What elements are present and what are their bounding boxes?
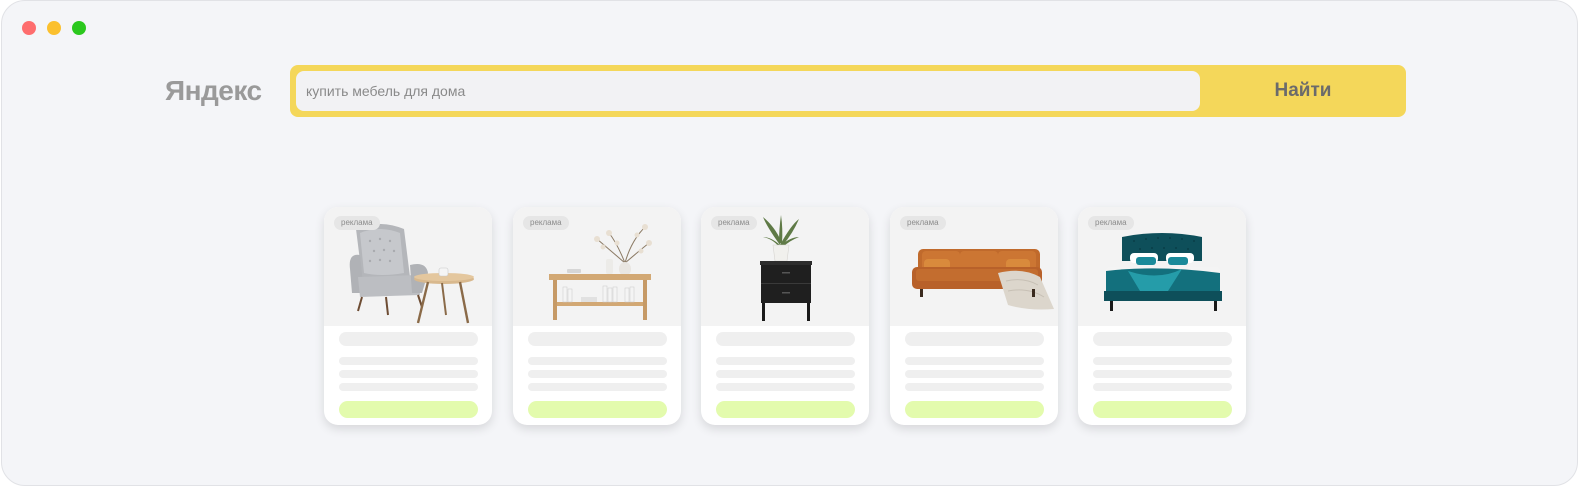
title-placeholder [905,332,1044,346]
cta-placeholder[interactable] [528,401,667,418]
title-placeholder [339,332,478,346]
ad-card[interactable]: реклама [701,207,869,425]
close-window-button[interactable] [22,21,36,35]
yandex-logo[interactable]: Яндекс [165,75,262,107]
product-image-sofa: реклама [890,207,1058,326]
ad-card[interactable]: реклама [890,207,1058,425]
ad-badge: реклама [900,216,946,230]
ad-badge: реклама [334,216,380,230]
text-placeholder [1093,383,1232,391]
browser-window: Яндекс Найти [1,0,1578,486]
text-placeholder [339,357,478,365]
title-placeholder [1093,332,1232,346]
text-placeholder [1093,357,1232,365]
ad-badge: реклама [523,216,569,230]
text-placeholder [528,357,667,365]
product-image-nightstand: реклама [701,207,869,326]
ad-badge: реклама [711,216,757,230]
cta-placeholder[interactable] [716,401,855,418]
text-placeholder [528,383,667,391]
ad-card[interactable]: реклама [513,207,681,425]
ad-badge: реклама [1088,216,1134,230]
cta-placeholder[interactable] [1093,401,1232,418]
cta-placeholder[interactable] [905,401,1044,418]
text-placeholder [1093,370,1232,378]
title-placeholder [716,332,855,346]
product-image-armchair: реклама [324,207,492,326]
text-placeholder [905,370,1044,378]
text-placeholder [716,383,855,391]
search-input[interactable] [296,71,1200,111]
text-placeholder [339,383,478,391]
ad-card[interactable]: реклама [324,207,492,425]
text-placeholder [905,357,1044,365]
cta-placeholder[interactable] [339,401,478,418]
ad-card[interactable]: реклама [1078,207,1246,425]
product-image-bed: реклама [1078,207,1246,326]
search-button[interactable]: Найти [1200,65,1406,117]
maximize-window-button[interactable] [72,21,86,35]
text-placeholder [716,357,855,365]
text-placeholder [339,370,478,378]
text-placeholder [905,383,1044,391]
text-placeholder [528,370,667,378]
minimize-window-button[interactable] [47,21,61,35]
text-placeholder [716,370,855,378]
search-bar: Найти [290,65,1406,117]
title-placeholder [528,332,667,346]
product-image-console: реклама [513,207,681,326]
